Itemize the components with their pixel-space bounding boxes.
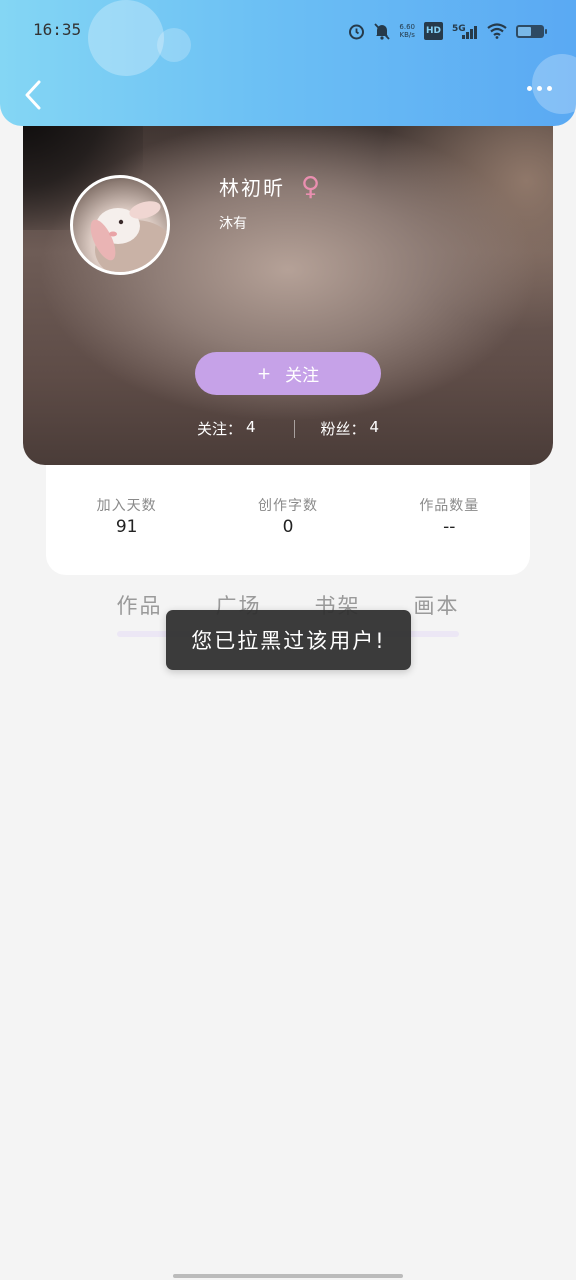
plus-icon: +	[256, 363, 272, 384]
more-dots-icon	[527, 86, 532, 91]
stat-word-count: 创作字数 0	[257, 498, 318, 537]
follow-button[interactable]: + 关注	[195, 352, 381, 395]
stat-works-count: 作品数量 --	[419, 498, 480, 537]
stats-card: 加入天数 91 创作字数 0 作品数量 --	[46, 455, 530, 575]
stat-join-days: 加入天数 91	[96, 498, 157, 537]
decorative-bubble	[157, 28, 191, 62]
chevron-left-icon	[25, 80, 41, 110]
follow-button-label: 关注	[285, 366, 320, 386]
female-gender-icon: ♀	[301, 171, 321, 202]
home-indicator[interactable]	[173, 1274, 403, 1278]
profile-card: 林初昕 ♀ 沐有 + 关注 关注： 4 粉丝： 4	[23, 110, 553, 465]
follow-stats: 关注： 4 粉丝： 4	[23, 418, 553, 439]
following-count[interactable]: 关注： 4	[197, 418, 256, 439]
wifi-icon	[487, 22, 507, 40]
fans-count[interactable]: 粉丝： 4	[321, 418, 380, 439]
divider	[293, 419, 295, 438]
username: 林初昕	[219, 176, 285, 200]
user-signature: 沐有	[219, 216, 247, 232]
decorative-bubble	[88, 0, 164, 76]
tab-picture-book[interactable]: 画本	[414, 590, 460, 620]
tab-works[interactable]: 作品	[117, 590, 163, 620]
status-time: 16:35	[33, 20, 82, 39]
avatar[interactable]	[70, 175, 170, 275]
top-header: 16:35 6.60 KB/s HD 5G	[0, 0, 576, 126]
more-button[interactable]	[527, 86, 552, 91]
back-button[interactable]	[18, 78, 48, 112]
toast-message: 您已拉黑过该用户!	[166, 610, 411, 670]
signal-5g-icon: 5G	[452, 22, 478, 40]
hd-icon: HD	[423, 22, 443, 40]
mute-icon	[374, 22, 391, 40]
status-icons: 6.60 KB/s HD 5G	[348, 22, 547, 40]
battery-icon	[516, 22, 547, 40]
decorative-bubble	[532, 54, 576, 114]
alarm-icon	[348, 22, 365, 40]
rabbit-avatar-image	[90, 201, 167, 272]
network-speed: 6.60 KB/s	[399, 23, 415, 39]
svg-text:5G: 5G	[452, 24, 466, 34]
